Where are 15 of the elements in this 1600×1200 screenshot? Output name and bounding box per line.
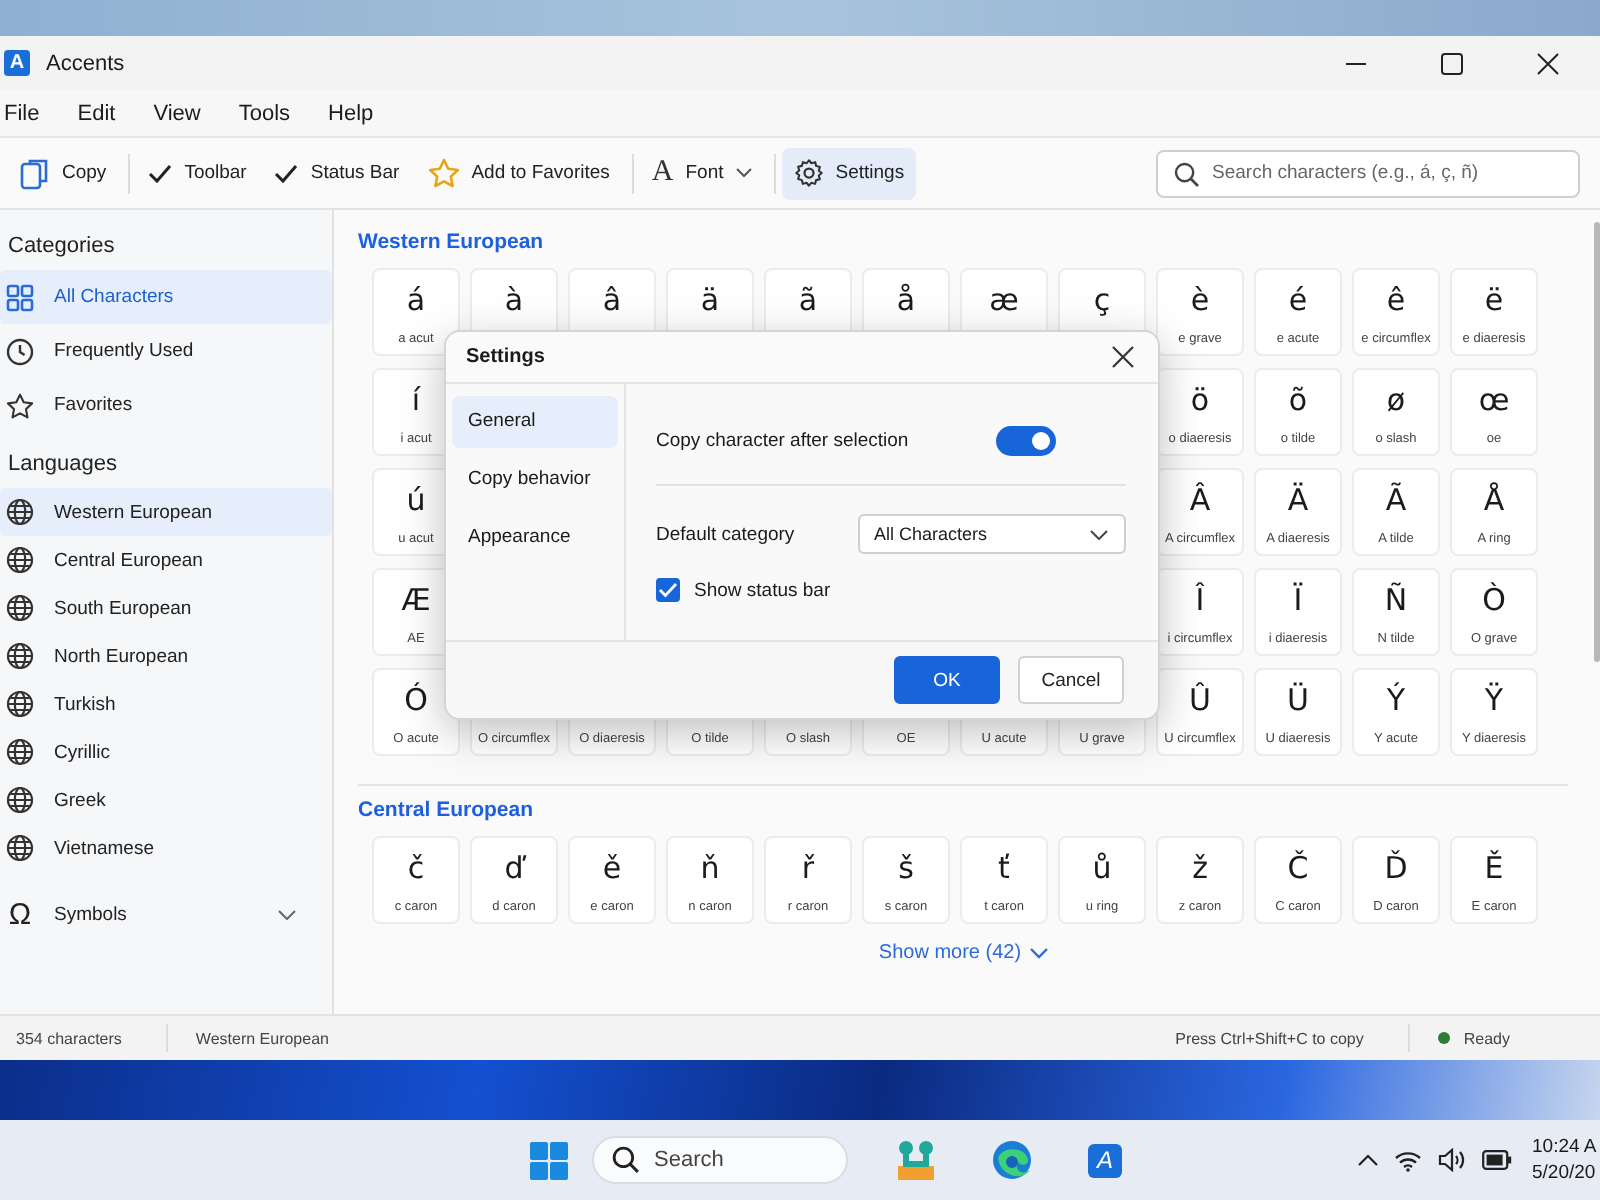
window-title: Accents [46, 51, 125, 75]
character-count: 354 characters [16, 1029, 122, 1047]
current-section: Western European [195, 1029, 329, 1047]
group-heading: Western European [358, 230, 546, 254]
status-text: Ready [1463, 1029, 1510, 1047]
checkbox-label: Show status bar [694, 579, 831, 601]
omega-icon: Ω [6, 897, 34, 931]
shortcut-hint: Press Ctrl+Shift+C to copy [1175, 1029, 1364, 1047]
section-heading: Languages [6, 450, 119, 480]
setting-label: Copy character after selection [656, 430, 909, 452]
setting-label: Default category [656, 523, 795, 545]
group-heading: Central European [358, 798, 536, 822]
section-heading: Categories [6, 232, 117, 262]
app-logo-icon: A [4, 50, 30, 76]
font-icon: A [651, 156, 674, 190]
